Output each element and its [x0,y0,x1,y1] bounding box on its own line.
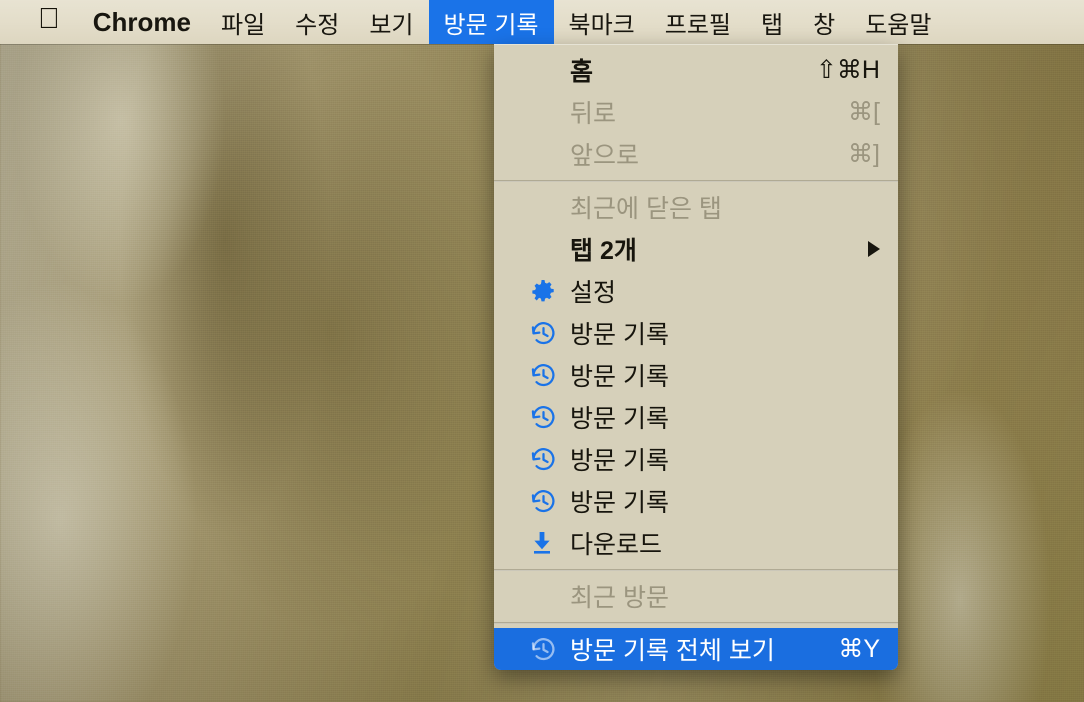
menubar-item-label: 수정 [273,11,339,39]
gear-icon [530,277,560,305]
menu-item-5[interactable]: 탭 2개 [494,228,898,270]
apple-logo-icon:  [38,4,60,34]
menu-item-10[interactable]: 방문 기록 [494,438,898,480]
menu-item-label: 방문 기록 [570,405,669,433]
menu-item-12[interactable]: 다운로드 [494,522,898,564]
apple-menu-button[interactable]:  [0,0,78,44]
history-dropdown-menu: 홈 ⇧⌘H 뒤로 ⌘[앞으로 ⌘] 최근에 닫은 탭탭 2개 설정 방문 기록 방문 기록 방문 … [494,44,898,670]
history-icon [530,403,560,431]
menu-item-shortcut: ⌘] [848,140,880,168]
menu-item-label: 다운로드 [570,531,663,559]
menubar-item-5[interactable]: 북마크 [554,0,650,44]
desktop-screen:  Chrome파일수정보기방문 기록북마크프로필탭창도움말 홈⇧⌘H뒤로⌘[앞… [0,0,1084,702]
menubar-item-label: 북마크 [546,11,635,39]
menubar-item-6[interactable]: 프로필 [650,0,746,44]
menu-item-2: 앞으로 ⌘] [494,133,898,175]
history-icon [530,487,560,515]
menu-item-label: 뒤로 [570,100,617,128]
menu-item-icon-placeholder [530,56,560,84]
menu-item-label: 최근에 닫은 탭 [570,195,722,223]
menu-item-label: 방문 기록 [570,489,669,517]
menu-item-icon-placeholder [530,98,560,126]
history-icon [530,319,560,347]
history-icon [530,635,560,663]
menu-item-label: 방문 기록 [570,447,669,475]
menu-item-shortcut: ⇧⌘H [815,56,880,84]
menubar-item-label: 보기 [347,11,413,39]
menu-item-label: 앞으로 [570,142,640,170]
menubar-item-1[interactable]: 파일 [206,0,280,44]
menubar-item-label: 탭 [739,11,783,39]
menubar-item-label: 창 [791,11,835,39]
menu-item-icon-placeholder [530,140,560,168]
menu-item-label: 방문 기록 [570,321,669,349]
menubar-item-8[interactable]: 창 [798,0,850,44]
menubar-item-9[interactable]: 도움말 [850,0,946,44]
menubar-item-label: 파일 [199,11,265,39]
menu-item-label: 설정 [570,279,617,307]
menubar-item-4[interactable]: 방문 기록 [421,0,554,44]
menu-item-icon-placeholder [530,582,560,610]
menu-item-8[interactable]: 방문 기록 [494,354,898,396]
menu-item-0[interactable]: 홈 ⇧⌘H [494,49,898,91]
menu-item-label: 방문 기록 전체 보기 [570,637,775,665]
menu-item-9[interactable]: 방문 기록 [494,396,898,438]
menu-item-shortcut: ⌘Y [838,635,880,663]
menu-item-icon-placeholder [530,235,560,263]
menubar-item-2[interactable]: 수정 [280,0,354,44]
menu-item-14: 최근 방문 [494,575,898,617]
menu-item-4: 최근에 닫은 탭 [494,186,898,228]
menu-item-icon-placeholder [530,193,560,221]
menu-item-shortcut: ⌘[ [848,98,880,126]
menu-separator [494,622,898,624]
menubar-item-label: 방문 기록 [421,11,539,39]
menu-item-11[interactable]: 방문 기록 [494,480,898,522]
menu-separator [494,569,898,571]
menubar-item-label: 도움말 [843,11,931,39]
history-icon [530,445,560,473]
menu-item-1: 뒤로 ⌘[ [494,91,898,133]
menu-item-label: 최근 방문 [570,584,669,612]
menu-item-label: 탭 2개 [570,237,637,265]
menubar-item-3[interactable]: 보기 [354,0,428,44]
menubar-item-0[interactable]: Chrome [78,0,206,44]
menubar-item-7[interactable]: 탭 [746,0,798,44]
history-icon [530,361,560,389]
menu-separator [494,180,898,182]
menubar-item-label: 프로필 [643,11,731,39]
menu-item-label: 홈 [570,58,594,86]
menu-item-label: 방문 기록 [570,363,669,391]
menu-bar:  Chrome파일수정보기방문 기록북마크프로필탭창도움말 [0,0,1084,44]
menubar-item-label: Chrome [71,6,191,37]
menu-item-7[interactable]: 방문 기록 [494,312,898,354]
menu-item-16[interactable]: 방문 기록 전체 보기 ⌘Y [494,628,898,670]
download-icon [530,529,560,557]
menu-item-6[interactable]: 설정 [494,270,898,312]
submenu-arrow-icon [868,241,880,257]
